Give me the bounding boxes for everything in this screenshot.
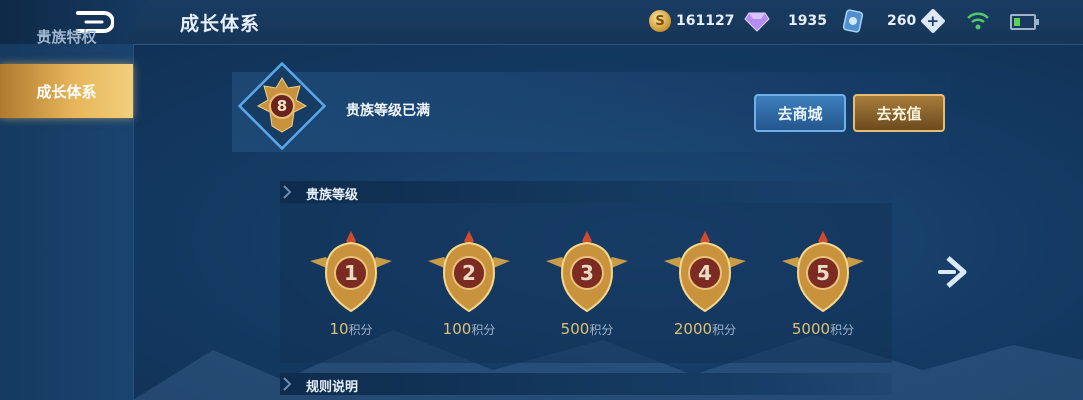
rank-badge-3: 3 500积分 [542,227,632,347]
rank-points: 100 [442,320,472,338]
svg-text:2: 2 [462,261,476,285]
coin-value: 161127 [676,13,735,29]
level-status: 贵族等级已满 [346,103,430,119]
voucher-icon [843,9,863,33]
battery-icon [1010,14,1039,30]
rank-unit: 积分 [712,323,737,337]
coin-counter: S 161127 [649,9,734,33]
rank-unit: 积分 [348,323,373,337]
coin-icon: S [649,10,671,32]
wifi-icon [967,12,989,30]
sidebar-item-privilege[interactable]: 贵族特权 [0,9,133,63]
rank-badge-icon: 3 [546,231,628,313]
gem-value: 1935 [788,13,827,29]
svg-text:3: 3 [580,261,594,285]
svg-text:1: 1 [344,261,358,285]
section-title: 规则说明 [306,380,359,395]
svg-text:4: 4 [698,261,712,285]
rank-unit: 积分 [830,323,855,337]
rank-points: 2000 [673,320,713,338]
rank-points: 500 [560,320,590,338]
shop-button[interactable]: 去商城 [754,94,846,132]
rank-badge-4: 4 2000积分 [660,227,750,347]
next-arrow-icon[interactable] [936,252,970,292]
svg-text:5: 5 [816,261,830,285]
voucher-counter: 260 + [843,8,946,34]
rank-points: 5000 [791,320,831,338]
chevron-right-icon [283,377,292,391]
rank-badge-1: 1 10积分 [306,227,396,347]
rank-unit: 积分 [471,323,496,337]
rank-badge-icon: 1 [310,231,392,313]
rank-badge-5: 5 5000积分 [778,227,868,347]
gem-icon [744,12,770,32]
section-noble-level: 贵族等级 [280,181,892,203]
rank-points: 10 [329,320,349,338]
recharge-button[interactable]: 去充值 [853,94,945,132]
page-title: 成长体系 [180,13,261,35]
sidebar-item-growth[interactable]: 成长体系 [0,64,133,118]
rank-badge-icon: 5 [782,231,864,313]
gem-counter: 1935 [744,9,827,33]
badge-number: 8 [277,97,287,115]
chevron-right-icon [283,185,292,199]
rank-badge-2: 2 100积分 [424,227,514,347]
rank-badge-icon: 2 [428,231,510,313]
rank-unit: 积分 [589,323,614,337]
rank-badge-icon: 4 [664,231,746,313]
section-rules: 规则说明 [280,373,892,395]
plus-icon[interactable]: + [920,8,946,34]
voucher-value: 260 [887,13,917,29]
section-title: 贵族等级 [306,188,359,203]
noble-badge-icon: 8 [237,61,327,151]
